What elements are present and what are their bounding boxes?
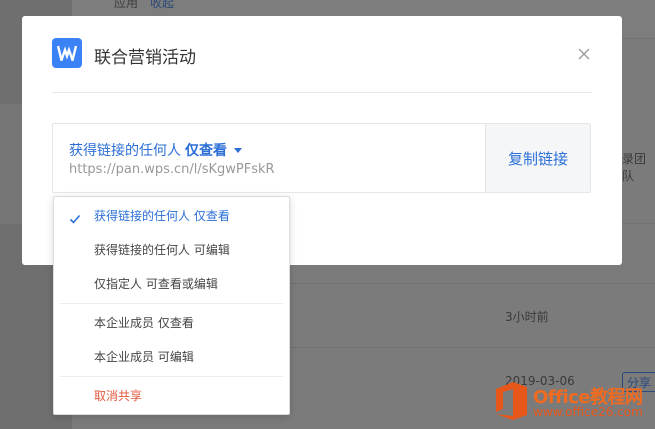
share-url: https://pan.wps.cn/l/sKgwPFskR: [69, 162, 275, 177]
background-team-text: 录团队: [622, 152, 647, 183]
close-icon[interactable]: [576, 46, 592, 62]
caret-down-icon: [234, 148, 242, 153]
menu-item-anyone-edit[interactable]: 获得链接的任何人 可编辑: [54, 236, 289, 264]
menu-item-company-edit[interactable]: 本企业成员 可编辑: [54, 343, 289, 371]
menu-divider: [60, 376, 283, 377]
menu-item-label: 获得链接的任何人 仅查看: [94, 209, 230, 223]
menu-divider: [60, 303, 283, 304]
permission-dropdown-trigger[interactable]: 获得链接的任何人 仅查看: [69, 140, 242, 160]
background-topbar-text: 应用: [114, 0, 139, 10]
menu-item-label: 本企业成员 可编辑: [94, 350, 194, 364]
menu-item-label: 取消共享: [94, 389, 143, 403]
header-divider: [52, 92, 592, 93]
wps-w-icon: [52, 38, 82, 68]
share-link-box: 获得链接的任何人 仅查看 https://pan.wps.cn/l/sKgwPF…: [52, 123, 591, 193]
menu-item-specified-people[interactable]: 仅指定人 可查看或编辑: [54, 270, 289, 298]
background-collapse-link[interactable]: 收起: [150, 0, 174, 11]
watermark-url: www.office26.com: [533, 405, 643, 419]
menu-item-anyone-view[interactable]: 获得链接的任何人 仅查看: [54, 202, 289, 230]
menu-item-cancel-share[interactable]: 取消共享: [54, 382, 289, 410]
menu-item-label: 获得链接的任何人 可编辑: [94, 243, 230, 257]
permission-dropdown-menu: 获得链接的任何人 仅查看 获得链接的任何人 可编辑 仅指定人 可查看或编辑 本企…: [53, 196, 290, 415]
watermark: Office教程网 www.office26.com: [493, 381, 655, 429]
dialog-header: 联合营销活动: [52, 38, 592, 70]
office-logo-icon: [496, 382, 527, 420]
permission-target: 获得链接的任何人: [69, 143, 181, 159]
menu-item-label: 仅指定人 可查看或编辑: [94, 277, 218, 291]
menu-item-label: 本企业成员 仅查看: [94, 316, 194, 330]
background-row-time: 3小时前: [505, 310, 549, 324]
dialog-title: 联合营销活动: [94, 48, 196, 68]
copy-link-button[interactable]: 复制链接: [485, 124, 590, 192]
check-icon: [69, 207, 81, 235]
permission-mode: 仅查看: [185, 143, 227, 159]
menu-item-company-view[interactable]: 本企业成员 仅查看: [54, 309, 289, 337]
